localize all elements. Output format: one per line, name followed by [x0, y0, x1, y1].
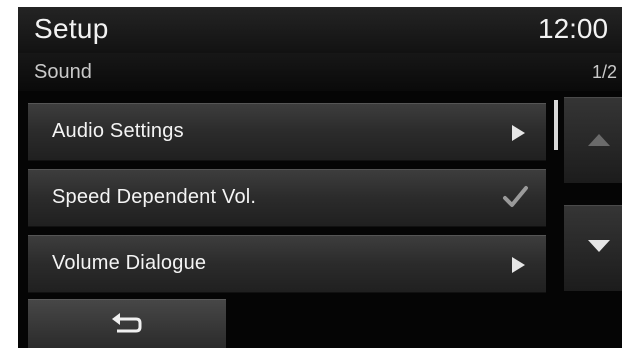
return-arrow-icon: [112, 313, 142, 333]
back-button[interactable]: [28, 299, 226, 348]
triangle-down-icon: [588, 240, 610, 252]
page-title: Setup: [34, 13, 109, 44]
scroll-up-button[interactable]: [564, 97, 622, 183]
chevron-right-icon: [512, 125, 525, 141]
menu-item-speed-dependent-vol[interactable]: Speed Dependent Vol.: [28, 169, 546, 227]
menu-item-audio-settings[interactable]: Audio Settings: [28, 103, 546, 161]
scroll-down-button[interactable]: [564, 205, 622, 291]
menu-item-label: Volume Dialogue: [52, 252, 207, 274]
header-bar: Setup 12:00: [18, 7, 622, 53]
section-title: Sound: [34, 61, 92, 83]
scroll-indicator[interactable]: [554, 100, 558, 150]
menu-item-label: Speed Dependent Vol.: [52, 186, 257, 208]
checkmark-icon[interactable]: [500, 182, 530, 212]
menu-item-volume-dialogue[interactable]: Volume Dialogue: [28, 235, 546, 293]
triangle-up-icon: [588, 134, 610, 146]
page-indicator: 1/2: [592, 62, 618, 82]
setup-screen: Setup 12:00 Sound 1/2 Audio Settings Spe…: [18, 7, 622, 348]
clock: 12:00: [538, 13, 609, 44]
menu-item-label: Audio Settings: [52, 120, 184, 142]
sub-header: Sound 1/2: [18, 53, 622, 91]
chevron-right-icon: [512, 257, 525, 273]
